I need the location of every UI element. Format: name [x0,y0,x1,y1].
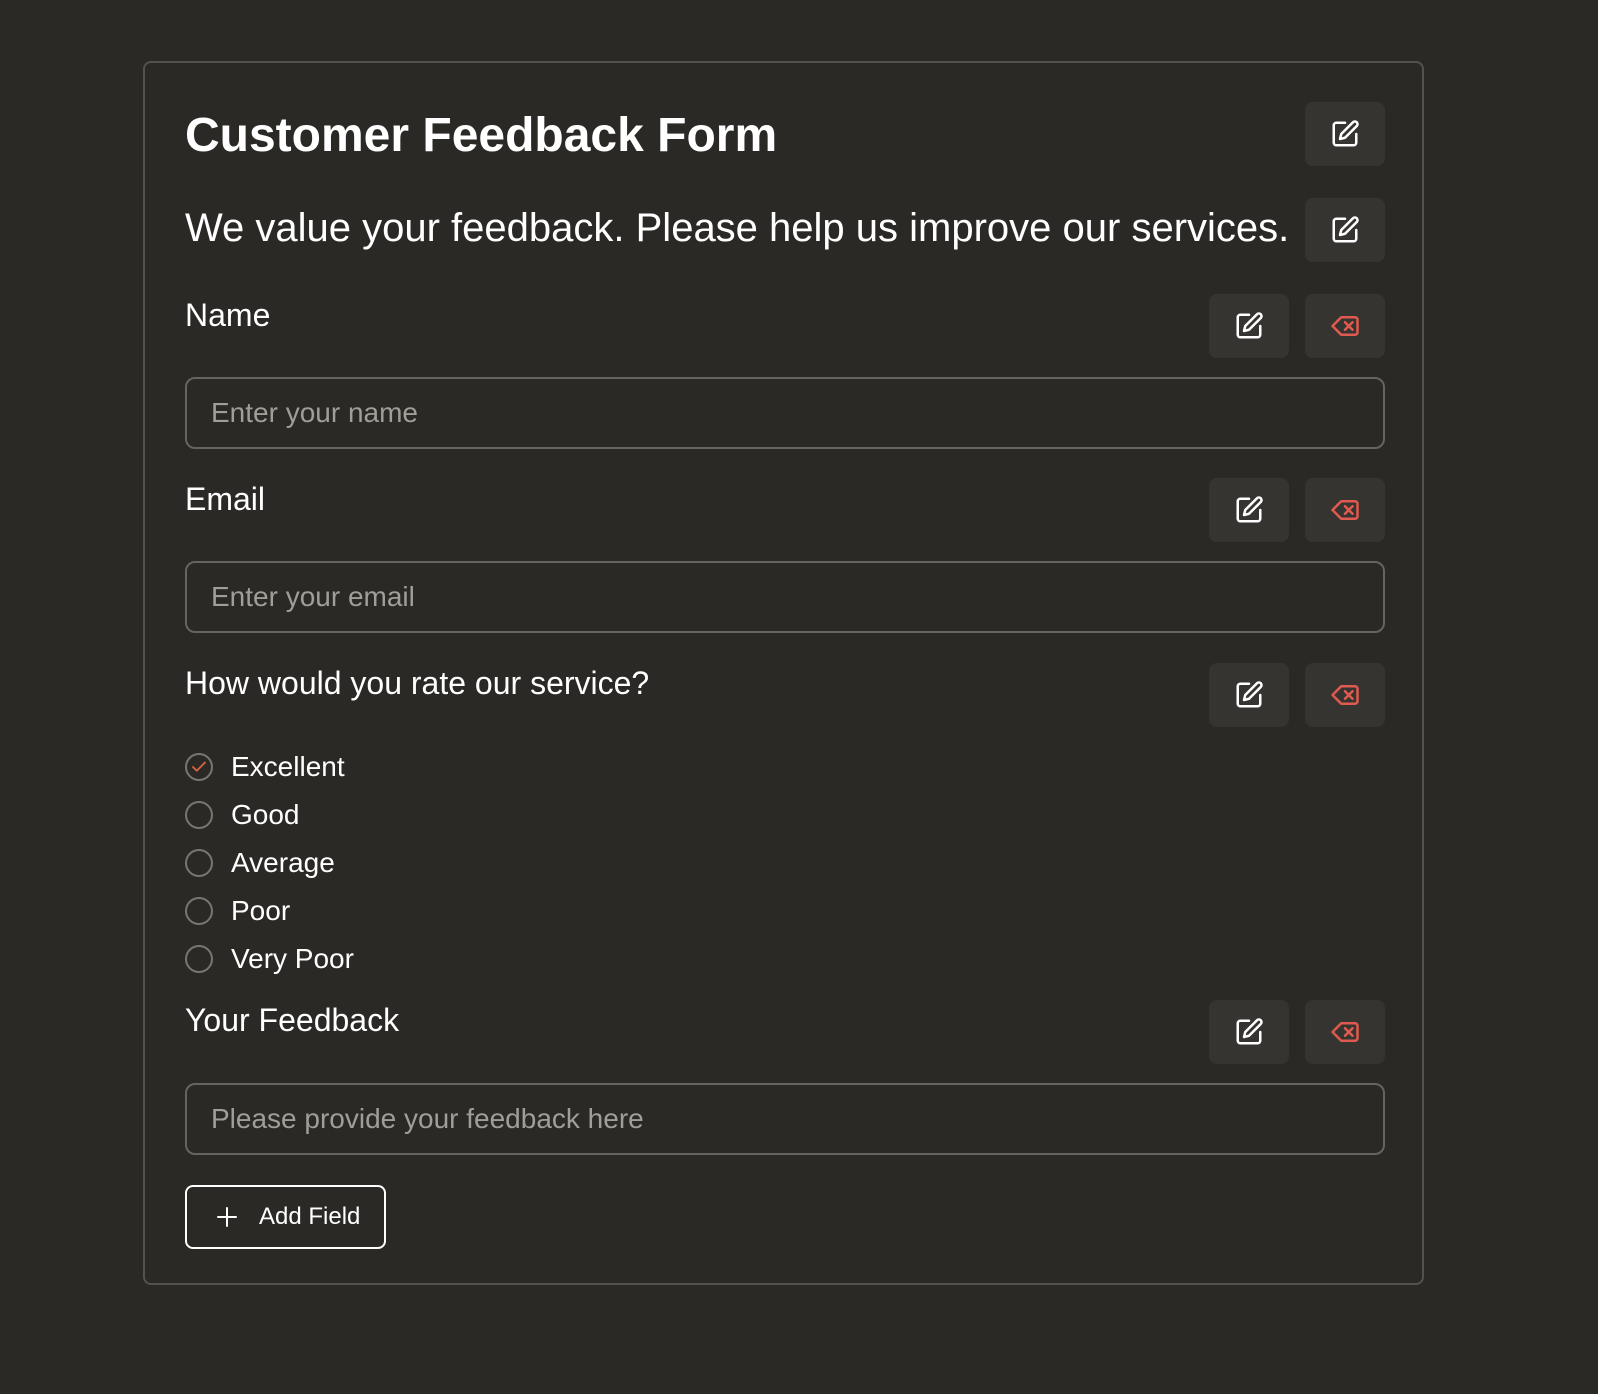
radio-button[interactable] [185,801,213,829]
edit-name-field-button[interactable] [1209,294,1289,358]
rating-option-label: Good [231,799,300,830]
rating-option-poor[interactable]: Poor [185,887,354,935]
rating-option-very-poor[interactable]: Very Poor [185,935,354,983]
edit-icon [1330,119,1360,149]
edit-icon [1234,495,1264,525]
rating-option-label: Poor [231,895,291,926]
delete-icon [1330,680,1360,710]
delete-name-field-button[interactable] [1305,294,1385,358]
delete-icon [1330,311,1360,341]
edit-icon [1234,1017,1264,1047]
form-title: Customer Feedback Form [185,109,778,162]
rating-option-excellent[interactable]: Excellent [185,743,354,791]
rating-option-average[interactable]: Average [185,839,354,887]
delete-icon [1330,1017,1360,1047]
rating-question-label: How would you rate our service? [185,665,650,701]
plus-icon [215,1205,239,1229]
name-input[interactable] [185,377,1385,449]
add-field-label: Add Field [259,1203,361,1230]
radio-button[interactable] [185,897,213,925]
radio-button-selected[interactable] [185,753,213,781]
form-card: Customer Feedback Form We value your fee… [143,61,1424,1285]
rating-option-label: Average [231,847,335,878]
form-description: We value your feedback. Please help us i… [185,206,1290,250]
delete-icon [1330,495,1360,525]
edit-icon [1330,215,1360,245]
email-field-label: Email [185,481,266,517]
rating-options: Excellent Good Average Poor Very Poor [185,743,354,983]
edit-rating-field-button[interactable] [1209,663,1289,727]
edit-feedback-field-button[interactable] [1209,1000,1289,1064]
rating-option-good[interactable]: Good [185,791,354,839]
delete-email-field-button[interactable] [1305,478,1385,542]
delete-feedback-field-button[interactable] [1305,1000,1385,1064]
edit-icon [1234,680,1264,710]
name-field-label: Name [185,297,271,333]
delete-rating-field-button[interactable] [1305,663,1385,727]
email-input[interactable] [185,561,1385,633]
radio-button[interactable] [185,849,213,877]
edit-title-button[interactable] [1305,102,1385,166]
feedback-field-label: Your Feedback [185,1002,400,1038]
rating-option-label: Excellent [231,751,345,782]
edit-description-button[interactable] [1305,198,1385,262]
feedback-input[interactable] [185,1083,1385,1155]
edit-icon [1234,311,1264,341]
add-field-button[interactable]: Add Field [185,1185,386,1249]
edit-email-field-button[interactable] [1209,478,1289,542]
check-icon [190,758,208,776]
rating-option-label: Very Poor [231,943,354,974]
radio-button[interactable] [185,945,213,973]
